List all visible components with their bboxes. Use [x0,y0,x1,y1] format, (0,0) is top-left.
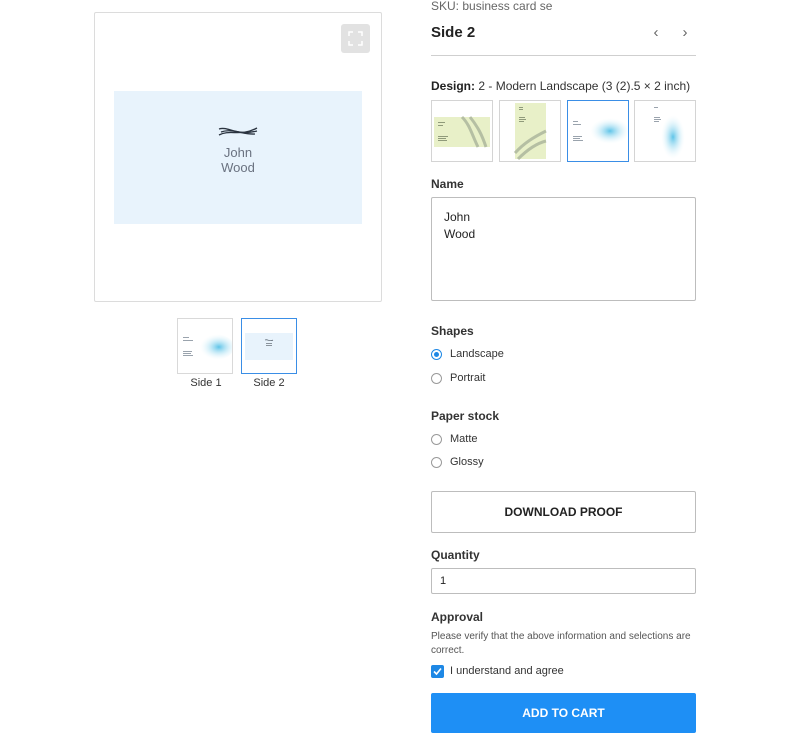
side-title: Side 2 [431,24,476,41]
divider [431,55,696,56]
approval-text: Please verify that the above information… [431,631,691,656]
design-label-key: Design: [431,79,476,93]
design-option-1[interactable] [431,100,493,162]
download-proof-button[interactable]: DOWNLOAD PROOF [431,491,696,533]
card-name-text: John Wood [221,145,255,175]
expand-button[interactable] [341,24,370,53]
name-textarea[interactable]: John Wood [431,197,696,301]
radio-unchecked-icon[interactable] [431,457,442,468]
design-option-2[interactable] [499,100,561,162]
design-option-3[interactable] [567,100,629,162]
agree-checkbox[interactable] [431,665,444,678]
wave-logo-icon [218,127,258,136]
design-label: Design: 2 - Modern Landscape (3 (2).5 × … [431,79,690,93]
agree-label: I understand and agree [450,665,564,677]
watercolor-portrait-design-icon [650,103,685,159]
name-label: Name [431,177,464,191]
paper-option-label: Glossy [450,456,484,468]
side-1-label: Side 1 [190,377,222,389]
shape-option-label: Landscape [450,348,504,360]
sku-text: SKU: business card se [431,0,553,13]
radio-unchecked-icon[interactable] [431,434,442,445]
paper-option-label: Matte [450,433,478,445]
watercolor-card-thumbnail [181,333,234,360]
side-2-label: Side 2 [253,377,285,389]
chevron-left-icon[interactable]: ‹ [649,24,663,42]
chevron-right-icon[interactable]: › [678,24,692,42]
quantity-label: Quantity [431,548,480,562]
blue-card-thumbnail [245,333,293,360]
side-2-thumbnail[interactable] [241,318,297,374]
expand-icon [348,31,363,46]
green-portrait-design-icon [513,103,547,161]
checkmark-icon [433,667,442,676]
add-to-cart-button[interactable]: ADD TO CART [431,693,696,733]
green-landscape-design-icon [434,115,490,148]
design-option-4[interactable] [634,100,696,162]
paper-stock-label: Paper stock [431,409,500,423]
quantity-input[interactable]: 1 [431,568,696,594]
shape-option-label: Portrait [450,372,486,384]
shapes-label: Shapes [431,324,474,338]
business-card-preview: John Wood [114,91,362,224]
design-label-value: 2 - Modern Landscape (3 (2).5 × 2 inch) [478,79,691,93]
card-preview-frame: John Wood [94,12,382,302]
watercolor-landscape-design-icon [570,117,628,147]
radio-unchecked-icon[interactable] [431,373,442,384]
radio-checked-icon[interactable] [431,349,442,360]
approval-label: Approval [431,610,484,624]
side-1-thumbnail[interactable] [177,318,234,374]
